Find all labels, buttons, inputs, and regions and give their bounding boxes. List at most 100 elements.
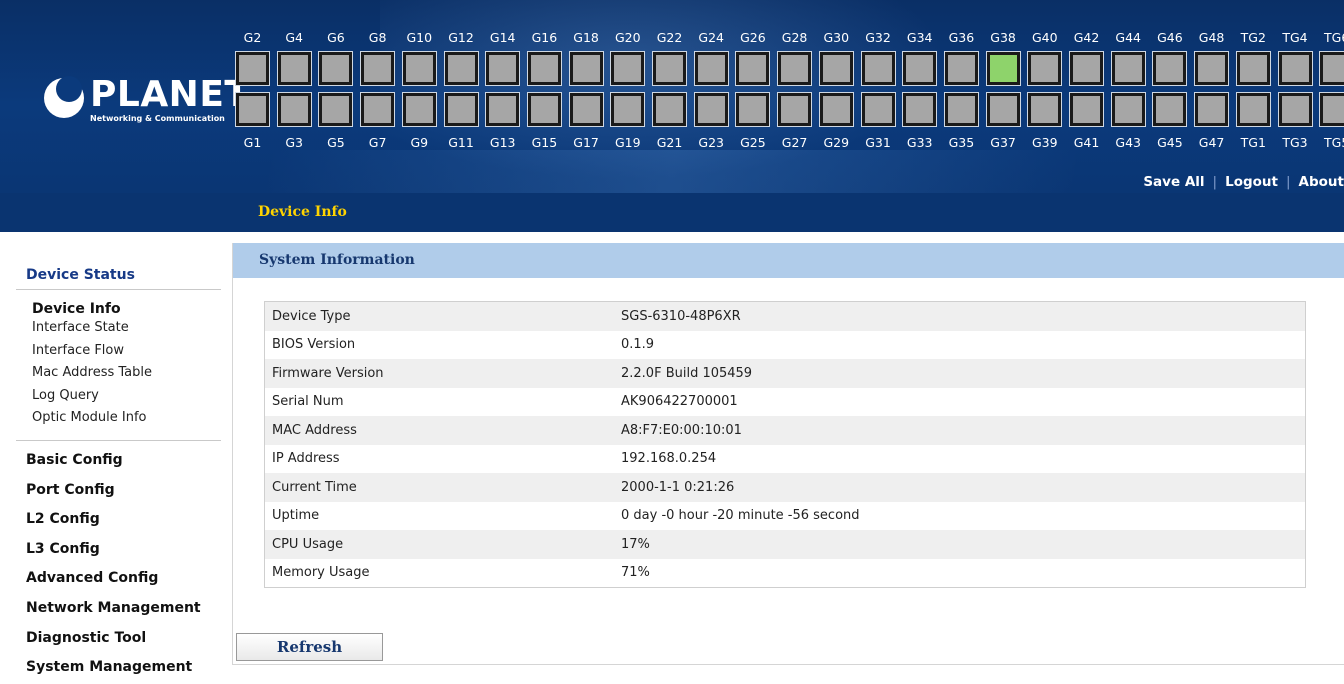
- port-g18[interactable]: [568, 51, 604, 86]
- sidebar-item-interface-state[interactable]: Interface State: [32, 320, 129, 335]
- port-label-g21: G21: [656, 135, 683, 150]
- port-g33[interactable]: [902, 92, 938, 127]
- sidebar-menu-network-management[interactable]: Network Management: [26, 600, 201, 616]
- port-g35[interactable]: [943, 92, 979, 127]
- sidebar-item-log-query[interactable]: Log Query: [32, 388, 99, 403]
- port-g21[interactable]: [652, 92, 687, 127]
- port-g20[interactable]: [610, 51, 646, 86]
- port-g6[interactable]: [318, 51, 354, 86]
- info-key: Serial Num: [272, 394, 344, 410]
- port-g30[interactable]: [818, 51, 854, 86]
- sidebar-menu-l3-config[interactable]: L3 Config: [26, 541, 100, 557]
- port-g1[interactable]: [235, 92, 270, 127]
- port-g26[interactable]: [735, 51, 771, 86]
- port-g27[interactable]: [777, 92, 813, 127]
- port-g5[interactable]: [318, 92, 354, 127]
- section-title: System Information: [259, 252, 415, 268]
- sidebar-menu-diagnostic-tool[interactable]: Diagnostic Tool: [26, 630, 146, 646]
- info-key: Device Type: [264, 301, 621, 331]
- port-g9[interactable]: [401, 92, 437, 127]
- sidebar-item-optic-module-info[interactable]: Optic Module Info: [32, 410, 146, 425]
- port-tg5[interactable]: [1319, 92, 1344, 127]
- planet-logo: PLANET Networking & Communication: [44, 74, 249, 134]
- port-g47[interactable]: [1194, 92, 1230, 127]
- port-g23[interactable]: [693, 92, 729, 127]
- port-label-g19: G19: [615, 135, 641, 150]
- info-key: Current Time: [264, 473, 621, 502]
- port-label-tg5: TG5: [1324, 135, 1344, 150]
- sidebar-section-device-status[interactable]: Device Status: [26, 267, 135, 283]
- sidebar-item-interface-flow[interactable]: Interface Flow: [32, 343, 124, 358]
- port-g32[interactable]: [860, 51, 896, 86]
- port-tg1[interactable]: [1235, 92, 1271, 127]
- port-label-g18: G18: [573, 30, 599, 45]
- port-g34[interactable]: [902, 51, 938, 86]
- port-g36[interactable]: [943, 51, 979, 86]
- top-links: Save All | Logout | About: [1143, 174, 1344, 190]
- port-label-g35: G35: [948, 135, 975, 150]
- sidebar-menu-l2-config[interactable]: L2 Config: [26, 511, 100, 527]
- port-label-g29: G29: [823, 135, 850, 150]
- system-info-table: Device Type SGS-6310-48P6XR BIOS Version 0.…: [264, 301, 1306, 588]
- separator: |: [1212, 174, 1218, 190]
- port-g14[interactable]: [485, 51, 521, 86]
- sidebar-menu-advanced-config[interactable]: Advanced Config: [26, 570, 158, 586]
- info-value: AK906422700001: [621, 394, 738, 410]
- port-g25[interactable]: [735, 92, 771, 127]
- port-g38[interactable]: [985, 51, 1021, 86]
- port-g31[interactable]: [860, 92, 896, 127]
- sidebar-menu-system-management[interactable]: System Management: [26, 659, 192, 675]
- port-g17[interactable]: [568, 92, 604, 127]
- logout-link[interactable]: Logout: [1225, 174, 1278, 190]
- port-g22[interactable]: [652, 51, 687, 86]
- table-row: IP Address 192.168.0.254: [265, 445, 1306, 474]
- sidebar-menu-port-config[interactable]: Port Config: [26, 482, 115, 498]
- port-g8[interactable]: [360, 51, 396, 86]
- port-g42[interactable]: [1069, 51, 1104, 86]
- port-label-g25: G25: [740, 135, 766, 150]
- sidebar-item-device-info[interactable]: Device Info: [32, 301, 121, 317]
- port-label-g38: G38: [990, 30, 1016, 45]
- about-link[interactable]: About: [1299, 174, 1344, 190]
- port-g39[interactable]: [1027, 92, 1063, 127]
- port-g3[interactable]: [276, 92, 312, 127]
- port-g19[interactable]: [610, 92, 646, 127]
- port-g16[interactable]: [526, 51, 562, 86]
- port-g13[interactable]: [485, 92, 521, 127]
- port-g48[interactable]: [1194, 51, 1230, 86]
- port-g41[interactable]: [1069, 92, 1104, 127]
- port-g28[interactable]: [777, 51, 813, 86]
- port-g43[interactable]: [1110, 92, 1146, 127]
- port-g46[interactable]: [1152, 51, 1188, 86]
- port-label-g32: G32: [865, 30, 891, 45]
- port-tg4[interactable]: [1277, 51, 1313, 86]
- sidebar-item-mac-address-table[interactable]: Mac Address Table: [32, 365, 152, 380]
- port-tg2[interactable]: [1235, 51, 1271, 86]
- port-label-g43: G43: [1115, 135, 1141, 150]
- info-value: SGS-6310-48P6XR: [621, 301, 1306, 331]
- port-g7[interactable]: [360, 92, 396, 127]
- save-all-link[interactable]: Save All: [1143, 174, 1204, 190]
- port-g10[interactable]: [401, 51, 437, 86]
- port-g2[interactable]: [235, 51, 270, 86]
- port-tg3[interactable]: [1277, 92, 1313, 127]
- port-g24[interactable]: [693, 51, 729, 86]
- port-label-g10: G10: [406, 30, 433, 45]
- port-g11[interactable]: [443, 92, 479, 127]
- separator: |: [1285, 174, 1291, 190]
- tab-device-info[interactable]: Device Info: [258, 204, 347, 220]
- sidebar-menu-basic-config[interactable]: Basic Config: [26, 452, 123, 468]
- port-tg6[interactable]: [1319, 51, 1344, 86]
- port-g4[interactable]: [276, 51, 312, 86]
- port-label-g20: G20: [615, 30, 641, 45]
- port-g15[interactable]: [526, 92, 562, 127]
- refresh-button[interactable]: Refresh: [236, 633, 383, 661]
- port-g40[interactable]: [1027, 51, 1063, 86]
- port-g37[interactable]: [985, 92, 1021, 127]
- port-g45[interactable]: [1152, 92, 1188, 127]
- port-label-g2: G2: [243, 30, 262, 45]
- port-g44[interactable]: [1110, 51, 1146, 86]
- port-g29[interactable]: [818, 92, 854, 127]
- port-label-g44: G44: [1115, 30, 1141, 45]
- port-g12[interactable]: [443, 51, 479, 86]
